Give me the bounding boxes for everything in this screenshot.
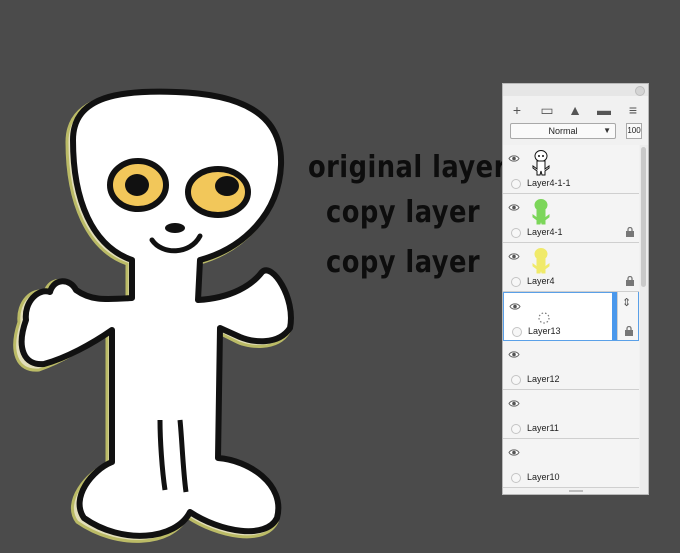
layer-select-radio[interactable]	[511, 375, 521, 385]
layer-name: Layer12	[527, 374, 560, 384]
close-icon[interactable]	[635, 86, 645, 96]
layers-toolbar: + ▭ ▲ ▬ ≡	[503, 98, 648, 122]
add-layer-icon[interactable]: +	[509, 102, 525, 118]
annotation-original-layer: original layer	[308, 150, 507, 185]
layer-name: Layer11	[527, 423, 559, 433]
layer-thumbnail	[530, 394, 552, 422]
layer-select-radio[interactable]	[511, 424, 521, 434]
eye-icon[interactable]	[508, 248, 520, 260]
menu-icon[interactable]: ≡	[625, 102, 641, 118]
panel-titlebar[interactable]	[503, 84, 648, 96]
layer-thumbnail	[530, 198, 552, 226]
layer-list-scrollbar[interactable]	[640, 145, 648, 494]
layer-row[interactable]: Layer4-1	[503, 194, 639, 243]
layer-thumbnail	[530, 443, 552, 471]
annotation-copy-layer-2: copy layer	[326, 245, 481, 280]
layer-select-radio[interactable]	[511, 179, 521, 189]
layer-thumbnail	[530, 345, 552, 373]
layer-select-radio[interactable]	[511, 473, 521, 483]
scrollbar-thumb[interactable]	[641, 147, 646, 287]
layer-name: Layer4-1-1	[527, 178, 571, 188]
layers-panel: + ▭ ▲ ▬ ≡ Normal ▼ 100 Layer4-1-1 Layer4-1 Lay…	[502, 83, 649, 495]
image-layer-icon[interactable]: ▲	[567, 102, 583, 118]
layer-row[interactable]: Layer11	[503, 390, 639, 439]
opacity-field[interactable]: 100	[626, 123, 642, 139]
delete-layer-icon[interactable]: ▬	[596, 102, 612, 118]
resize-grip[interactable]	[569, 490, 583, 492]
layer-select-radio[interactable]	[512, 327, 522, 337]
layer-row[interactable]: Layer12	[503, 341, 639, 390]
eye-icon[interactable]	[508, 346, 520, 358]
eye-icon[interactable]	[508, 199, 520, 211]
annotation-copy-layer-1: copy layer	[326, 195, 481, 230]
blend-mode-value: Normal	[548, 126, 578, 136]
chevron-down-icon: ▼	[603, 126, 611, 135]
eye-icon[interactable]	[508, 395, 520, 407]
layer-name: Layer10	[527, 472, 560, 482]
eye-icon[interactable]	[508, 150, 520, 162]
eye-icon[interactable]	[508, 444, 520, 456]
figure-body	[18, 88, 294, 539]
layer-select-radio[interactable]	[511, 277, 521, 287]
layer-row[interactable]: Layer4	[503, 243, 639, 292]
reorder-icon[interactable]: ⇕	[622, 296, 631, 309]
layer-name: Layer13	[528, 326, 561, 336]
layer-thumbnail	[530, 149, 552, 177]
character-drawing	[13, 88, 294, 543]
blend-mode-select[interactable]: Normal ▼	[510, 123, 616, 139]
layer-row[interactable]: Layer4-1-1	[503, 145, 639, 194]
lock-icon[interactable]	[625, 273, 635, 286]
layer-list: Layer4-1-1 Layer4-1 Layer4 Layer13 ⇕ Layer12 L…	[503, 145, 639, 494]
layer-thumbnail	[531, 297, 553, 325]
eye-icon[interactable]	[509, 298, 521, 310]
layer-row[interactable]: Layer10	[503, 439, 639, 488]
layer-name: Layer4	[527, 276, 555, 286]
lock-icon[interactable]	[624, 323, 634, 336]
layer-select-radio[interactable]	[511, 228, 521, 238]
lock-icon[interactable]	[625, 224, 635, 237]
new-folder-icon[interactable]: ▭	[539, 102, 555, 118]
layer-thumbnail	[530, 247, 552, 275]
layer-row[interactable]: Layer13 ⇕	[503, 292, 639, 341]
layer-name: Layer4-1	[527, 227, 563, 237]
